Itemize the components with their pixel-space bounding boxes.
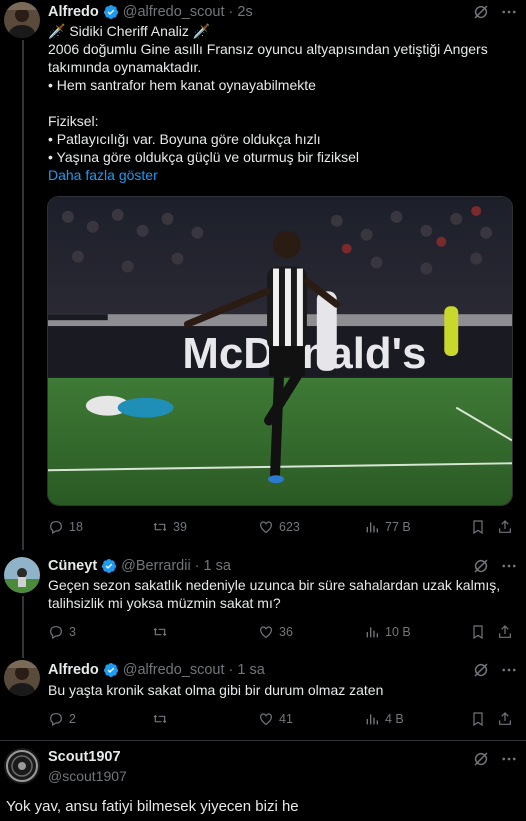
- retweet-button[interactable]: 39: [152, 518, 187, 536]
- tweet-line: 🗡️ Sidiki Cheriff Analiz 🗡️: [48, 23, 211, 39]
- author-name[interactable]: Alfredo: [48, 4, 99, 20]
- author-handle[interactable]: @Berrardii: [121, 558, 191, 574]
- avatar[interactable]: [4, 557, 40, 593]
- reply-icon: [50, 521, 62, 535]
- tweet-line: [48, 94, 512, 112]
- like-icon: [260, 521, 272, 534]
- share-icon[interactable]: [497, 519, 513, 535]
- views-icon: [366, 627, 378, 638]
- like-count: 41: [279, 712, 293, 726]
- reply-count: 3: [69, 625, 76, 639]
- share-icon[interactable]: [497, 624, 513, 640]
- reply-button[interactable]: 18: [48, 518, 83, 536]
- reply-button[interactable]: 3: [48, 623, 76, 641]
- author-name[interactable]: Alfredo: [48, 662, 99, 678]
- views-button[interactable]: 77 B: [364, 518, 411, 536]
- verified-badge-icon: [103, 5, 118, 19]
- author-handle[interactable]: @alfredo_scout: [123, 4, 225, 20]
- retweet-icon: [153, 522, 167, 532]
- timestamp[interactable]: 2s: [237, 4, 252, 20]
- views-count: 77 B: [385, 520, 411, 534]
- timestamp[interactable]: 1 sa: [204, 558, 231, 574]
- views-count: 4 B: [385, 712, 404, 726]
- verified-badge-icon: [103, 663, 118, 677]
- separator-dot: ·: [228, 4, 234, 20]
- timestamp[interactable]: 1 sa: [237, 662, 264, 678]
- tweet-line: 2006 doğumlu Gine asıllı Fransız oyuncu …: [48, 41, 488, 57]
- more-icon[interactable]: [500, 661, 518, 679]
- grok-icon[interactable]: [472, 557, 490, 575]
- tweet-line: • Yaşına göre oldukça güçlü ve oturmuş b…: [48, 149, 359, 165]
- reply-count: 2: [69, 712, 76, 726]
- tweet-text: Bu yaşta kronik sakat olma gibi bir duru…: [48, 681, 512, 699]
- author-handle[interactable]: @scout1907: [48, 768, 127, 784]
- more-icon[interactable]: [500, 3, 518, 21]
- bookmark-icon[interactable]: [470, 711, 486, 727]
- author-handle[interactable]: @alfredo_scout: [123, 662, 225, 678]
- tweet-actions: 18 39 623 77 B: [48, 518, 512, 536]
- avatar[interactable]: [4, 660, 40, 696]
- views-icon: [366, 522, 378, 533]
- reply-count: 18: [69, 520, 83, 534]
- separator-dot: ·: [228, 662, 234, 678]
- tweet-line: • Patlayıcılığı var. Boyuna göre oldukça…: [48, 131, 321, 147]
- bookmark-icon[interactable]: [470, 519, 486, 535]
- tweet-text: Geçen sezon sakatlık nedeniyle uzunca bi…: [48, 576, 512, 612]
- retweet-count: 39: [173, 520, 187, 534]
- tweet-text: Yok yav, ansu fatiyi bilmesek yiyecen bi…: [6, 798, 299, 815]
- tweet-text: 🗡️ Sidiki Cheriff Analiz 🗡️ 2006 doğumlu…: [48, 22, 512, 184]
- tweet-line: talihsizlik mi yoksa müzmin sakat mı?: [48, 595, 281, 611]
- bookmark-icon[interactable]: [470, 624, 486, 640]
- separator-dot: ·: [194, 558, 200, 574]
- retweet-icon: [153, 714, 167, 724]
- retweet-button[interactable]: [152, 710, 168, 728]
- retweet-button[interactable]: [152, 623, 168, 641]
- views-button[interactable]: 10 B: [364, 623, 411, 641]
- tweet-line: Geçen sezon sakatlık nedeniyle uzunca bi…: [48, 577, 501, 593]
- views-icon: [366, 714, 378, 725]
- like-icon: [260, 626, 272, 639]
- avatar[interactable]: [4, 2, 40, 38]
- divider: [0, 740, 526, 741]
- grok-icon[interactable]: [472, 3, 490, 21]
- like-button[interactable]: 36: [258, 623, 293, 641]
- like-button[interactable]: 41: [258, 710, 293, 728]
- like-count: 36: [279, 625, 293, 639]
- tweet-actions: 3 36 10 B: [48, 623, 512, 641]
- share-icon[interactable]: [497, 711, 513, 727]
- reply-button[interactable]: 2: [48, 710, 76, 728]
- more-icon[interactable]: [500, 750, 518, 768]
- verified-badge-icon: [102, 559, 117, 573]
- tweet-line: Fiziksel:: [48, 113, 99, 129]
- tweet-line: • Hem santrafor hem kanat oynayabilmekte: [48, 77, 316, 93]
- tweet-media-photo[interactable]: McDonald's: [47, 196, 513, 506]
- like-count: 623: [279, 520, 300, 534]
- author-name[interactable]: Scout1907: [48, 749, 121, 765]
- more-icon[interactable]: [500, 557, 518, 575]
- like-icon: [260, 713, 272, 726]
- thread-line: [22, 596, 24, 658]
- reply-icon: [50, 626, 62, 640]
- tweet-line: takımında oynamaktadır.: [48, 59, 202, 75]
- reply-icon: [50, 713, 62, 727]
- views-count: 10 B: [385, 625, 411, 639]
- author-name[interactable]: Cüneyt: [48, 558, 97, 574]
- grok-icon[interactable]: [472, 661, 490, 679]
- show-more-link[interactable]: Daha fazla göster: [48, 166, 512, 184]
- tweet-actions: 2 41 4 B: [48, 710, 512, 728]
- avatar[interactable]: [4, 748, 40, 784]
- views-button[interactable]: 4 B: [364, 710, 404, 728]
- thread-line: [22, 40, 24, 550]
- retweet-icon: [153, 627, 167, 637]
- tweet-line: Bu yaşta kronik sakat olma gibi bir duru…: [48, 682, 384, 698]
- like-button[interactable]: 623: [258, 518, 300, 536]
- grok-icon[interactable]: [472, 750, 490, 768]
